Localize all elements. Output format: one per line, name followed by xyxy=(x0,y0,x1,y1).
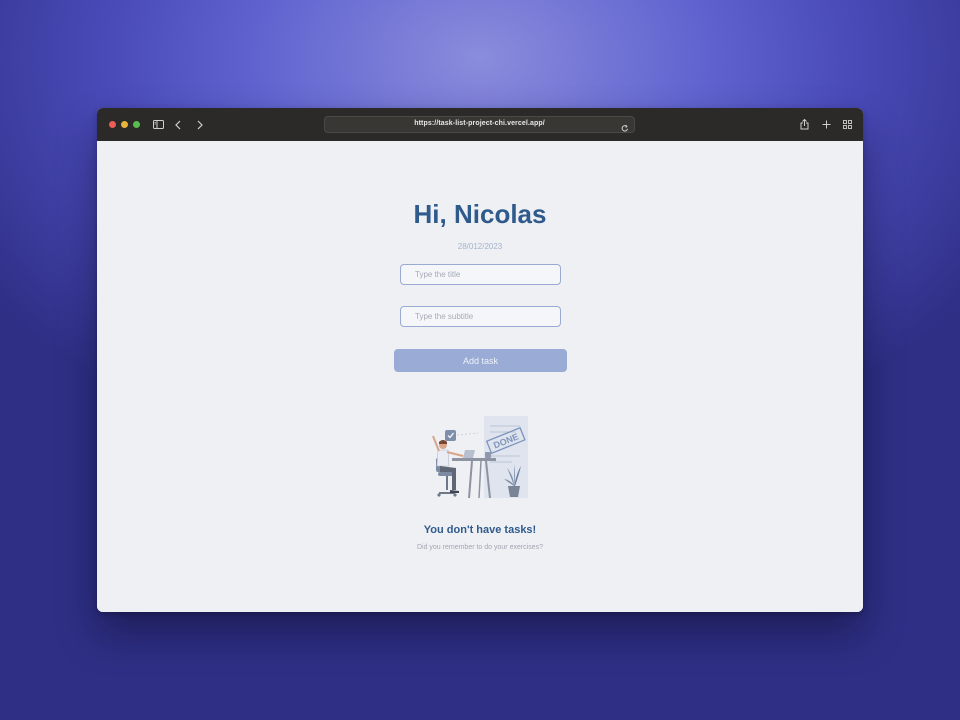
maximize-window-button[interactable] xyxy=(133,121,140,128)
sidebar-icon[interactable] xyxy=(152,117,164,132)
forward-icon[interactable] xyxy=(196,117,204,132)
empty-state-subtitle: Did you remember to do your exercises? xyxy=(416,544,544,551)
page-content: Hi, Nicolas 28/012/2023 Add task DONE xyxy=(97,141,863,612)
browser-toolbar: https://task-list-project-chi.vercel.app… xyxy=(97,108,863,141)
tab-overview-icon[interactable] xyxy=(842,117,852,132)
url-text: https://task-list-project-chi.vercel.app… xyxy=(414,120,545,127)
reload-icon[interactable] xyxy=(621,120,629,138)
minimize-window-button[interactable] xyxy=(121,121,128,128)
add-task-button[interactable]: Add task xyxy=(394,349,567,372)
back-icon[interactable] xyxy=(174,117,182,132)
new-tab-icon[interactable] xyxy=(821,117,831,132)
close-window-button[interactable] xyxy=(109,121,116,128)
browser-window: https://task-list-project-chi.vercel.app… xyxy=(97,108,863,612)
empty-state-title: You don't have tasks! xyxy=(423,524,537,536)
share-icon[interactable] xyxy=(799,117,809,132)
task-subtitle-input[interactable] xyxy=(400,306,561,327)
empty-state-illustration: DONE xyxy=(428,414,532,505)
page-title: Hi, Nicolas xyxy=(413,199,547,229)
current-date: 28/012/2023 xyxy=(457,242,503,251)
task-title-input[interactable] xyxy=(400,264,561,285)
address-bar[interactable]: https://task-list-project-chi.vercel.app… xyxy=(324,116,635,133)
